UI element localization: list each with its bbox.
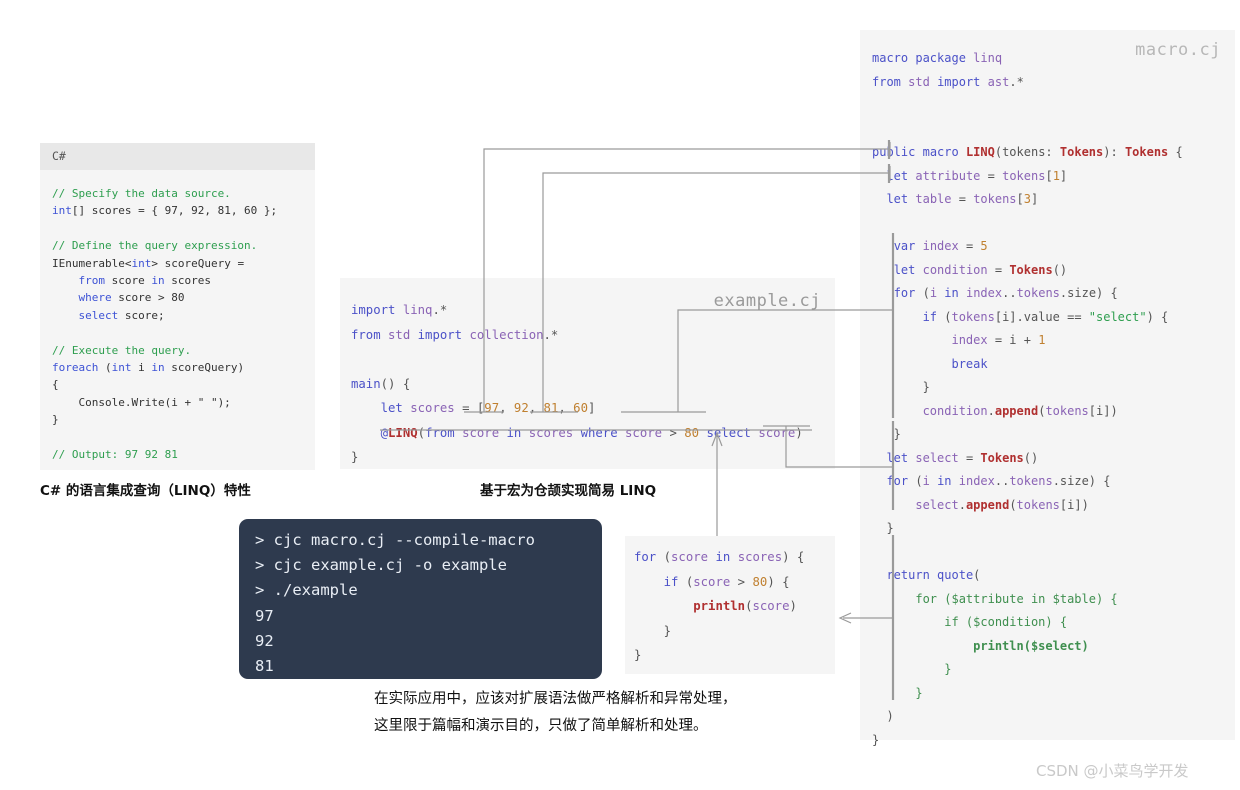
macro-line-14: } xyxy=(872,380,930,394)
csharp-line-9: // Execute the query. xyxy=(52,343,192,357)
expanded-line-4: } xyxy=(634,648,642,662)
macro-line-9: let condition = Tokens() xyxy=(893,262,1068,277)
macro-line-26: } xyxy=(944,662,952,676)
example-line-1: from std import collection.* xyxy=(351,327,559,342)
csharp-panel-header: C# xyxy=(40,143,315,170)
csharp-line-1: int[] scores = { 97, 92, 81, 60 }; xyxy=(52,204,278,218)
csharp-line-4: IEnumerable<int> scoreQuery = xyxy=(52,256,245,270)
csharp-line-0: // Specify the data source. xyxy=(52,187,231,200)
csharp-line-14 xyxy=(52,429,309,446)
macro-line-21 xyxy=(872,541,1183,565)
wire-expansion-arrow xyxy=(838,612,852,624)
macro-line-18: for (i in index..tokens.size) { xyxy=(886,474,1111,488)
csharp-line-5: from score in scores xyxy=(78,274,211,288)
macro-line-0: macro package linq xyxy=(872,51,1003,65)
macro-line-23: for ($attribute in $table) { xyxy=(915,591,1118,606)
note-text: 在实际应用中，应该对扩展语法做严格解析和异常处理， 这里限于篇幅和演示目的，只做… xyxy=(374,691,737,734)
macro-line-11: if (tokens[i].value == "select") { xyxy=(922,309,1169,324)
expanded-line-3: } xyxy=(634,623,672,638)
macro-line-16: } xyxy=(872,427,901,441)
expanded-line-1: if (score > 80) { xyxy=(663,574,790,589)
terminal-line-1: > cjc example.cj -o example xyxy=(255,556,507,575)
csharp-line-6: where score > 80 xyxy=(78,291,185,305)
terminal-output: > cjc macro.cj --compile-macro > cjc exam… xyxy=(255,528,535,679)
macro-line-20: } xyxy=(872,521,894,535)
macro-line-24: if ($condition) { xyxy=(944,615,1068,629)
macro-line-29: } xyxy=(872,732,880,747)
example-line-4: let scores = [97, 92, 81, 60] xyxy=(380,401,596,415)
expanded-line-0: for (score in scores) { xyxy=(634,550,805,564)
macro-code-body: macro package linq from std import ast.* … xyxy=(872,47,1183,752)
macro-line-5: let attribute = tokens[1] xyxy=(886,168,1068,183)
macro-line-17: let select = Tokens() xyxy=(886,450,1039,465)
terminal-line-0: > cjc macro.cj --compile-macro xyxy=(255,531,535,549)
macro-line-25: println($select) xyxy=(973,638,1089,653)
csharp-code-panel: C# // Specify the data source. int[] scor… xyxy=(40,143,315,470)
example-code-panel: example.cj import linq.* from std import … xyxy=(340,278,835,469)
watermark: CSDN @小菜鸟学开发 xyxy=(1036,762,1189,780)
csharp-line-3: // Define the query expression. xyxy=(52,239,258,253)
macro-line-7 xyxy=(872,212,1183,236)
example-line-0: import linq.* xyxy=(351,303,448,317)
example-line-6: } xyxy=(351,450,359,464)
expanded-code-panel: for (score in scores) { if (score > 80) … xyxy=(625,536,835,674)
macro-line-22: return quote( xyxy=(886,568,981,582)
csharp-line-13: } xyxy=(52,413,59,427)
expanded-line-2: println(score) xyxy=(693,599,797,613)
example-line-2 xyxy=(351,347,803,372)
macro-line-19: select.append(tokens[i]) xyxy=(915,497,1089,512)
macro-line-8: var index = 5 xyxy=(893,239,988,253)
csharp-line-8 xyxy=(52,324,309,341)
example-line-3: main() { xyxy=(351,376,411,391)
caption-example: 基于宏为仓颉实现简易 LINQ xyxy=(480,483,657,499)
macro-line-27: } xyxy=(915,685,923,700)
csharp-line-15: // Output: 97 92 81 xyxy=(52,448,178,462)
macro-line-6: let table = tokens[3] xyxy=(886,192,1039,206)
terminal-line-5: 81 xyxy=(255,657,274,676)
macro-line-1: from std import ast.* xyxy=(872,74,1024,89)
macro-line-13: break xyxy=(951,356,988,371)
csharp-panel-label: C# xyxy=(52,149,66,163)
csharp-line-11: { xyxy=(52,378,59,392)
macro-line-2 xyxy=(872,94,1183,118)
example-line-5: @LINQ(from score in scores where score >… xyxy=(380,425,803,440)
csharp-line-12: Console.Write(i + " "); xyxy=(52,395,231,409)
macro-line-4: public macro LINQ(tokens: Tokens): Token… xyxy=(872,145,1183,159)
csharp-line-2 xyxy=(52,220,309,237)
macro-line-12: index = i + 1 xyxy=(951,333,1046,347)
terminal-line-3: 97 xyxy=(255,606,274,625)
macro-line-15: condition.append(tokens[i]) xyxy=(922,403,1118,418)
terminal-line-4: 92 xyxy=(255,631,274,650)
csharp-line-10: foreach (int i in scoreQuery) xyxy=(52,361,245,375)
caption-csharp: C# 的语言集成查询（LINQ）特性 xyxy=(40,483,251,499)
macro-line-3 xyxy=(872,118,1183,142)
csharp-line-7: select score; xyxy=(78,308,165,322)
macro-code-panel: macro.cj macro package linq from std impo… xyxy=(860,30,1235,747)
terminal-panel: > cjc macro.cj --compile-macro > cjc exam… xyxy=(239,519,602,679)
macro-line-10: for (i in index..tokens.size) { xyxy=(893,286,1118,300)
expanded-code-body: for (score in scores) { if (score > 80) … xyxy=(634,545,804,668)
terminal-line-2: > ./example xyxy=(255,581,358,600)
macro-line-28: ) xyxy=(872,709,894,723)
csharp-code-body: // Specify the data source. int[] scores … xyxy=(52,185,309,464)
example-code-body: import linq.* from std import collection.… xyxy=(351,298,803,470)
